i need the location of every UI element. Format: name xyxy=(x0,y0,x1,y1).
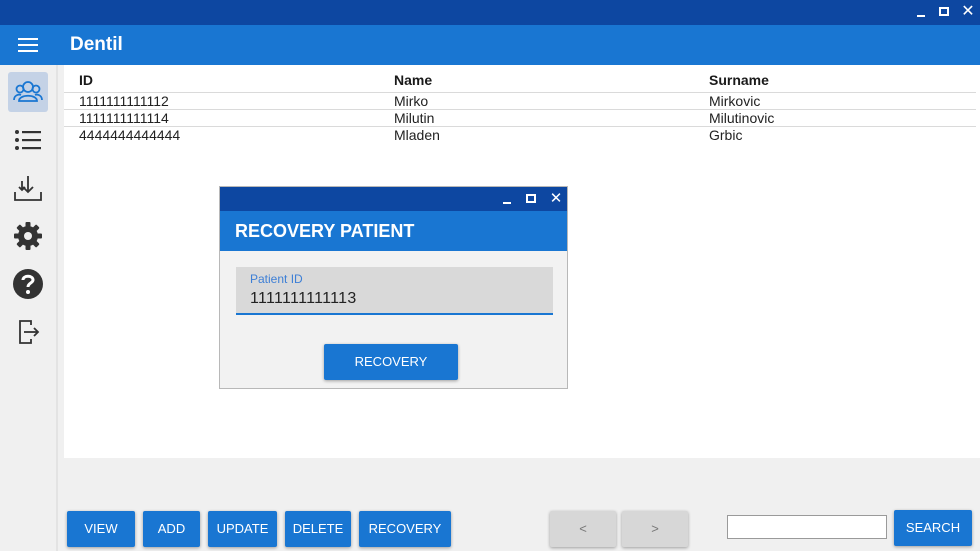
patient-id-input[interactable]: 1111111111113 xyxy=(250,290,357,308)
view-button[interactable]: VIEW xyxy=(67,511,135,547)
help-icon xyxy=(13,269,43,299)
table-row[interactable]: 1111111111112 Mirko Mirkovic xyxy=(64,92,976,109)
patient-id-label: Patient ID xyxy=(250,272,303,286)
column-header-surname[interactable]: Surname xyxy=(709,72,769,88)
sidebar-item-list[interactable] xyxy=(8,120,48,160)
sidebar-item-help[interactable] xyxy=(8,264,48,304)
sidebar-item-logout[interactable] xyxy=(8,312,48,352)
recovery-button[interactable]: RECOVERY xyxy=(359,511,451,547)
dialog-close-icon[interactable]: ✕ xyxy=(548,191,564,207)
delete-button[interactable]: DELETE xyxy=(285,511,351,547)
table-row[interactable]: 4444444444444 Mladen Grbic xyxy=(64,126,976,143)
cell-name: Milutin xyxy=(394,110,435,126)
column-header-id[interactable]: ID xyxy=(79,72,93,88)
previous-page-button[interactable]: < xyxy=(550,511,616,547)
search-button[interactable]: SEARCH xyxy=(894,510,972,546)
app-title: Dentil xyxy=(70,34,123,55)
dialog-recovery-button[interactable]: RECOVERY xyxy=(324,344,458,380)
cell-surname: Grbic xyxy=(709,127,743,143)
dialog-header: RECOVERY PATIENT xyxy=(220,211,567,251)
logout-icon xyxy=(19,320,40,344)
table-header: ID Name Surname xyxy=(64,72,980,92)
table-row[interactable]: 1111111111114 Milutin Milutinovic xyxy=(64,109,976,126)
download-icon xyxy=(14,176,42,201)
sidebar-item-settings[interactable] xyxy=(8,216,48,256)
cell-id: 1111111111114 xyxy=(79,110,169,126)
sidebar-item-download[interactable] xyxy=(8,168,48,208)
minimize-icon[interactable] xyxy=(913,4,929,20)
cell-name: Mirko xyxy=(394,93,429,109)
column-header-name[interactable]: Name xyxy=(394,72,432,88)
cell-id: 4444444444444 xyxy=(79,127,181,143)
sidebar xyxy=(0,65,58,551)
gear-icon xyxy=(14,222,42,250)
users-icon xyxy=(13,81,43,102)
recovery-dialog: ✕ RECOVERY PATIENT Patient ID 1111111111… xyxy=(219,186,568,389)
dialog-titlebar: ✕ xyxy=(220,187,567,211)
patient-id-field[interactable]: Patient ID 1111111111113 xyxy=(236,267,553,315)
dialog-title: RECOVERY PATIENT xyxy=(235,221,415,241)
cell-surname: Mirkovic xyxy=(709,93,761,109)
add-button[interactable]: ADD xyxy=(143,511,200,547)
search-input[interactable] xyxy=(727,515,887,539)
close-icon[interactable]: ✕ xyxy=(960,4,976,20)
cell-name: Mladen xyxy=(394,127,440,143)
update-button[interactable]: UPDATE xyxy=(208,511,277,547)
list-icon xyxy=(15,130,41,150)
app-bar: Dentil xyxy=(0,25,980,65)
maximize-icon[interactable] xyxy=(936,4,952,20)
sidebar-item-patients[interactable] xyxy=(8,72,48,112)
menu-icon[interactable] xyxy=(18,38,38,53)
dialog-maximize-icon[interactable] xyxy=(523,191,539,207)
dialog-minimize-icon[interactable] xyxy=(499,191,515,207)
window-titlebar: ✕ xyxy=(0,0,980,25)
cell-surname: Milutinovic xyxy=(709,110,775,126)
next-page-button[interactable]: > xyxy=(622,511,688,547)
cell-id: 1111111111112 xyxy=(79,93,169,109)
